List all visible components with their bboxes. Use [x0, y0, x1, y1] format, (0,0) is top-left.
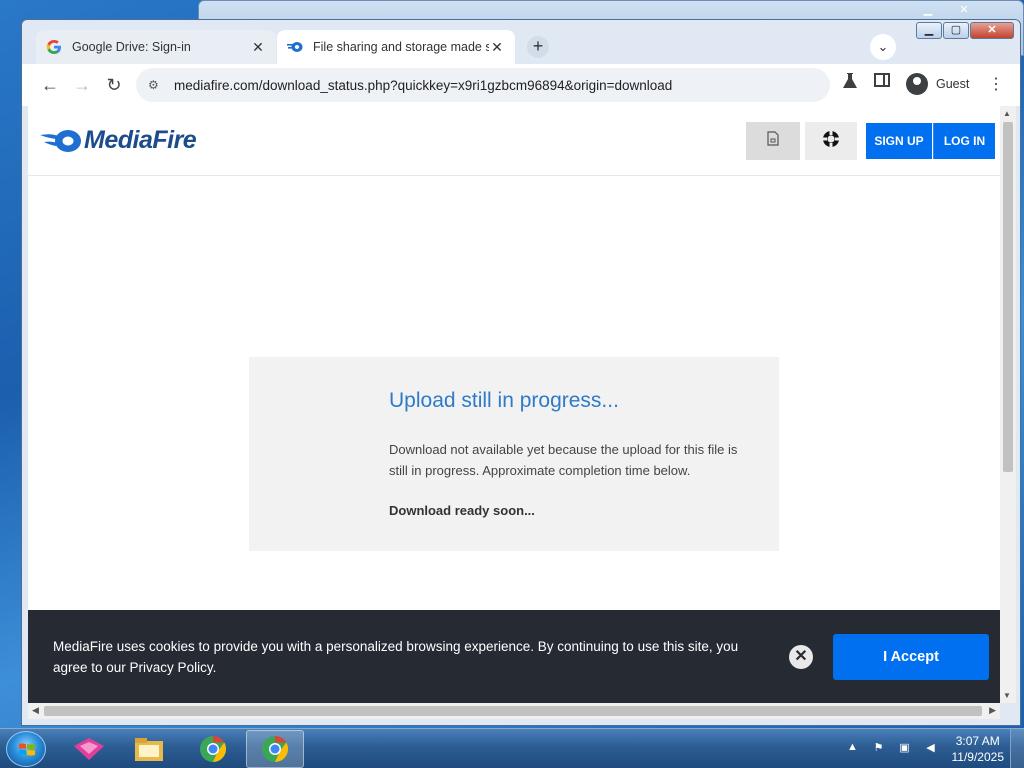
labs-icon[interactable] — [842, 72, 858, 95]
avatar-icon — [906, 73, 928, 95]
volume-icon[interactable]: ◀ — [922, 741, 940, 757]
browser-toolbar: ← → ↻ ⚙ mediafire.com/download_status.ph… — [22, 64, 1020, 106]
signup-button[interactable]: SIGN UP — [866, 123, 932, 159]
forward-button[interactable]: → — [70, 74, 94, 96]
address-url: mediafire.com/download_status.php?quickk… — [174, 77, 673, 93]
close-tab-icon[interactable]: ✕ — [489, 39, 505, 56]
clock[interactable]: 3:07 AM 11/9/2025 — [952, 733, 1005, 765]
profile-label: Guest — [936, 77, 970, 91]
page-viewport: MediaFire SIGN UP LOG IN Upload still in… — [28, 106, 1000, 703]
vertical-scroll-thumb[interactable] — [1003, 122, 1013, 472]
status-subtext: Download ready soon... — [389, 503, 535, 518]
browser-window: ▁ ▢ ✕ Google Drive: Sign-in ✕ File shari… — [21, 19, 1021, 726]
address-bar[interactable]: ⚙ mediafire.com/download_status.php?quic… — [136, 68, 830, 102]
help-button[interactable] — [805, 122, 857, 160]
reload-button[interactable]: ↻ — [102, 74, 126, 96]
profile-button[interactable]: Guest — [902, 70, 977, 98]
site-info-icon[interactable]: ⚙ — [148, 78, 166, 92]
lifebuoy-icon — [822, 130, 840, 153]
scroll-left-icon[interactable]: ◀ — [32, 705, 39, 716]
scroll-up-icon[interactable]: ▲ — [1003, 109, 1011, 118]
cookie-banner: MediaFire uses cookies to provide you wi… — [28, 610, 1000, 703]
tab-google-drive[interactable]: Google Drive: Sign-in ✕ — [36, 30, 276, 64]
clock-time: 3:07 AM — [955, 734, 1000, 748]
back-button[interactable]: ← — [38, 74, 62, 96]
show-hidden-icons-icon[interactable]: ▲ — [844, 741, 862, 757]
windows-logo-icon — [19, 743, 35, 756]
tab-mediafire[interactable]: File sharing and storage made s ✕ — [277, 30, 515, 64]
scroll-right-icon[interactable]: ▶ — [989, 705, 996, 716]
accept-cookies-button[interactable]: I Accept — [833, 634, 989, 680]
vertical-scrollbar[interactable]: ▲ ▼ — [1000, 106, 1016, 703]
downloads-button[interactable] — [746, 122, 800, 160]
clock-date: 11/9/2025 — [951, 750, 1005, 764]
mediafire-logo[interactable]: MediaFire — [38, 126, 197, 155]
taskbar-app-store-icon[interactable] — [60, 730, 118, 768]
cookie-close-button[interactable]: ✕ — [789, 645, 813, 669]
tab-title: File sharing and storage made s — [313, 40, 489, 54]
google-g-icon — [46, 39, 62, 55]
action-center-icon[interactable]: ⚑ — [870, 741, 888, 757]
menu-kebab-icon[interactable]: ⋮ — [988, 74, 1004, 94]
horizontal-scroll-thumb[interactable] — [44, 706, 982, 716]
start-button[interactable] — [6, 731, 46, 767]
mediafire-header: MediaFire SIGN UP LOG IN — [28, 106, 1000, 176]
taskbar-chrome-active-icon[interactable] — [246, 730, 304, 768]
close-tab-icon[interactable]: ✕ — [250, 39, 266, 56]
taskbar-chrome-icon[interactable] — [184, 730, 242, 768]
status-heading: Upload still in progress... — [389, 389, 619, 412]
mediafire-logo-icon — [38, 127, 82, 155]
scroll-down-icon[interactable]: ▼ — [1003, 691, 1011, 700]
upload-status-panel: Upload still in progress... Download not… — [249, 357, 779, 551]
file-icon — [767, 131, 779, 151]
status-description: Download not available yet because the u… — [389, 442, 738, 478]
logo-text: MediaFire — [84, 126, 197, 154]
network-icon[interactable]: ▣ — [896, 741, 914, 757]
taskbar-file-explorer-icon[interactable] — [120, 730, 178, 768]
side-panel-icon[interactable] — [874, 72, 890, 93]
tab-strip: Google Drive: Sign-in ✕ File sharing and… — [22, 20, 1020, 64]
system-tray: ▲ ⚑ ▣ ◀ 3:07 AM 11/9/2025 — [840, 729, 1024, 768]
horizontal-scrollbar[interactable]: ◀ ▶ — [28, 703, 1000, 719]
tab-title: Google Drive: Sign-in — [72, 40, 191, 54]
minimize-icon: ▁ — [923, 4, 933, 16]
login-button[interactable]: LOG IN — [933, 123, 995, 159]
close-icon: ✕ — [959, 4, 969, 16]
show-desktop-button[interactable] — [1010, 729, 1024, 768]
taskbar: ▲ ⚑ ▣ ◀ 3:07 AM 11/9/2025 — [0, 728, 1024, 768]
tab-search-button[interactable]: ⌄ — [870, 34, 896, 60]
cookie-message: MediaFire uses cookies to provide you wi… — [53, 639, 739, 675]
new-tab-button[interactable]: + — [527, 36, 549, 58]
mediafire-icon — [287, 39, 303, 55]
